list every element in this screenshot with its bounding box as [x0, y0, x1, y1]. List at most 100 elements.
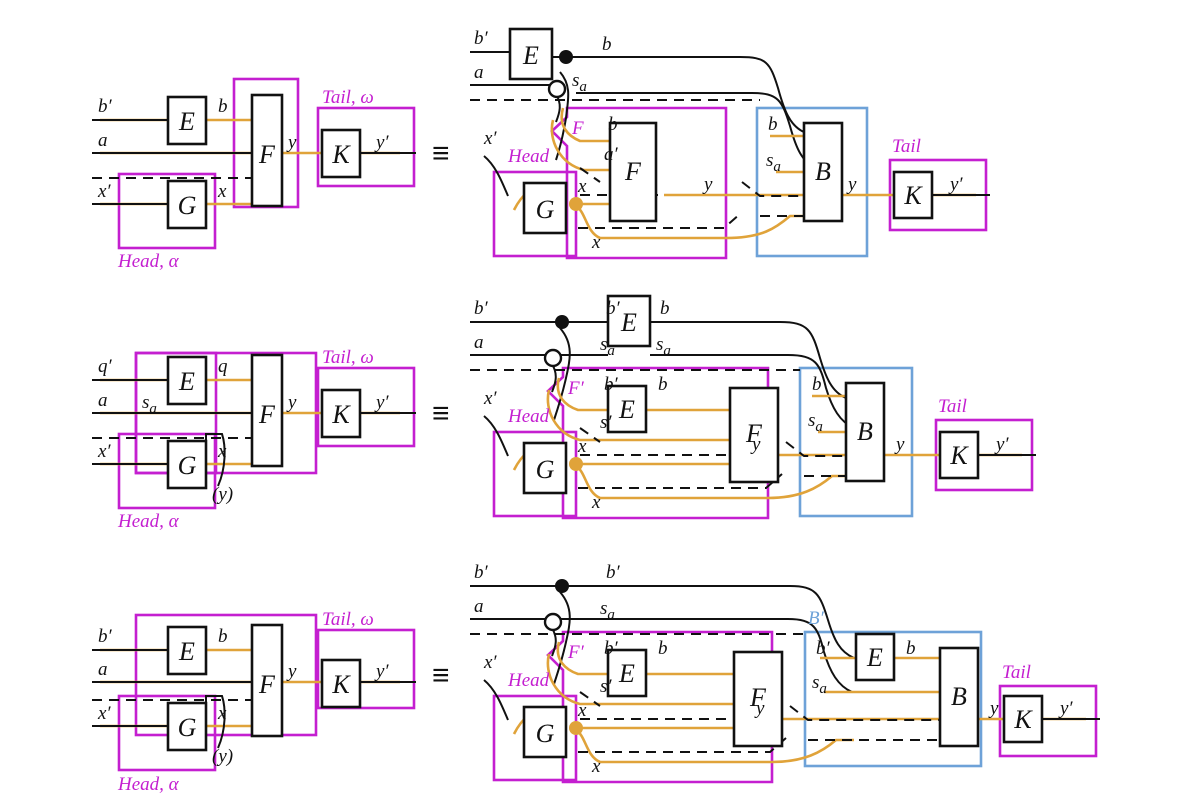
row3-right-wire-x-bottom [575, 728, 854, 764]
row2-left-label-a: a [98, 390, 108, 411]
row1-right-label-sa-top: sa [572, 70, 587, 95]
row1-left-label-b: b [218, 96, 228, 117]
row3-left-box-K-label: K [331, 670, 351, 699]
row2-right-copy-dot-icon [555, 315, 569, 329]
row3-right-box-B-label: B [951, 682, 967, 711]
row2-left-grouplabel-tail: Tail, ω [322, 347, 374, 368]
row3-right-label-yprime: y′ [1058, 698, 1073, 719]
row2-right-label-b-E-out: b [660, 298, 670, 319]
row2-right-label-y-B: y [894, 434, 905, 455]
row1-right-copy-dot-icon [559, 50, 573, 64]
row1-right-box-K-label: K [903, 181, 923, 210]
row1-left-label-yprime: y′ [374, 132, 389, 153]
row1-right-label-x-mid: x [577, 176, 587, 197]
row1-left-label-x: x [217, 181, 227, 202]
row2-right-grouplabel-head: Head [507, 406, 550, 427]
row1-right-wire-b-into-F [560, 107, 610, 143]
row2-right-orange-copy-dot-icon [569, 457, 583, 471]
row2-right-label-sa-B: sa [808, 410, 823, 435]
row3-right-label-sprime: s′ [600, 676, 612, 697]
row3-right-label-xprime: x′ [483, 652, 497, 673]
row2-left-box-G-label: G [178, 451, 197, 480]
row1-right-label-y-F: y [702, 174, 713, 195]
row3-right-label-a: a [474, 596, 484, 617]
row3-right-label-bprime-top: b′ [606, 562, 621, 583]
row2-right-box-G-label: G [536, 455, 555, 484]
row1-right-label-xprime: x′ [483, 128, 497, 149]
row3-right-label-x-mid: x [577, 700, 587, 721]
row3-right-discard-circle-icon [543, 612, 563, 632]
row2-left-box-K-label: K [331, 400, 351, 429]
row2-right-label-bprime-E: b′ [606, 298, 621, 319]
row3-left-label-bprime: b′ [98, 626, 113, 647]
row3-right-grouplabel-fprime: F′ [567, 642, 585, 663]
row1-right-label-bprime: b′ [474, 28, 489, 49]
row1-right-label-b-in: b [608, 114, 618, 135]
row1-left-box-E-label: E [178, 107, 195, 136]
row3-right-grouplabel-head: Head [507, 670, 550, 691]
row3-right-label-bprime-in: b′ [604, 638, 619, 659]
row2-left-label-yparen: (y) [212, 484, 233, 505]
row2-right-label-bprime-in: b′ [604, 374, 619, 395]
row1-right-orange-copy-dot-icon [569, 197, 583, 211]
row3-right-box-E-inner-label: E [618, 659, 635, 688]
row1-right-wire-discard-down [555, 93, 561, 123]
row2-right-label-y-F: y [750, 434, 761, 455]
row1-right-grouplabel-head: Head [507, 146, 550, 167]
row1-left-grouplabel-head: Head, α [117, 251, 180, 272]
row2-right-box-B-label: B [857, 417, 873, 446]
row2-left-label-q: q [218, 356, 228, 377]
row2-right-label-sprime: s′ [600, 412, 612, 433]
row1-right-label-b-B: b [768, 114, 778, 135]
figure-canvas: .wb{stroke:#111;stroke-width:2;fill:none… [0, 0, 1201, 809]
row3-left-box-F-label: F [258, 670, 276, 699]
row2-right-label-xprime: x′ [483, 388, 497, 409]
row1-right-label-yprime: y′ [948, 174, 963, 195]
row3-left-grouplabel-tail: Tail, ω [322, 609, 374, 630]
row3-right-grouplabel-tail: Tail [1002, 662, 1031, 683]
row2-right-grouplabel-fprime: F′ [567, 378, 585, 399]
row3-right-label-b-in: b [658, 638, 668, 659]
row1-right-label-a: a [474, 62, 484, 83]
row1-right-box-G-label: G [536, 195, 555, 224]
row1-left-box-G-label: G [178, 191, 197, 220]
row1-left-grouplabel-tail: Tail, ω [322, 87, 374, 108]
row3-right-label-b-B: b [906, 638, 916, 659]
row2-left-label-yprime: y′ [374, 392, 389, 413]
row3-right-box-E-b-label: E [866, 643, 883, 672]
row3-left-label-b: b [218, 626, 228, 647]
row3-left-label-a: a [98, 659, 108, 680]
row2-equivalence-symbol: ≡ [432, 397, 450, 430]
row1-right-label-b-top: b [602, 34, 612, 55]
row2-right-box-E-inner-label: E [618, 395, 635, 424]
row-2-left-diagram: E F G K q′ a x′ q sa x (y) y y′ Head, α … [92, 347, 416, 532]
row-1-left-diagram: E F G K b′ a x′ b x y y′ Head, α Tail, ω [92, 77, 416, 272]
row1-right-discard-circle-icon [547, 79, 567, 99]
row-2-right-diagram: E E F G B K b′ a b′ sa b sa x′ b′ s′ b x [470, 294, 1036, 520]
row1-right-box-F-label: F [624, 157, 642, 186]
row1-right-box-E-label: E [522, 41, 539, 70]
row2-right-label-x-mid: x [577, 436, 587, 457]
row2-left-box-E-label: E [178, 367, 195, 396]
row3-left-grouplabel-head: Head, α [117, 774, 180, 795]
row3-left-label-xprime: x′ [97, 703, 111, 724]
row3-right-label-x-low: x [591, 756, 601, 777]
row2-right-label-yprime: y′ [994, 434, 1009, 455]
row3-right-label-bprime-B: b′ [816, 638, 831, 659]
row1-right-grouplabel-tail: Tail [892, 136, 921, 157]
row1-right-label-x-low: x [591, 232, 601, 253]
row-3-right-diagram: E F G E B K b′ a b′ sa x′ b′ s′ b x x y [470, 562, 1100, 784]
row1-left-box-K-label: K [331, 140, 351, 169]
row3-right-label-sa-B: sa [812, 672, 827, 697]
row1-left-label-xprime: x′ [97, 181, 111, 202]
row-1-right-diagram: E F G B K b′ a b sa x′ b a′ x x y b sa y… [470, 27, 990, 260]
row1-left-label-y: y [286, 132, 297, 153]
row2-left-label-y: y [286, 392, 297, 413]
row1-left-label-a: a [98, 130, 108, 151]
row3-right-label-y-F: y [754, 698, 765, 719]
row2-left-label-qprime: q′ [98, 356, 113, 377]
row3-right-box-K-label: K [1013, 705, 1033, 734]
row3-right-copy-dot-icon [555, 579, 569, 593]
row1-right-box-B-label: B [815, 157, 831, 186]
row2-right-label-b-B: b [812, 374, 822, 395]
